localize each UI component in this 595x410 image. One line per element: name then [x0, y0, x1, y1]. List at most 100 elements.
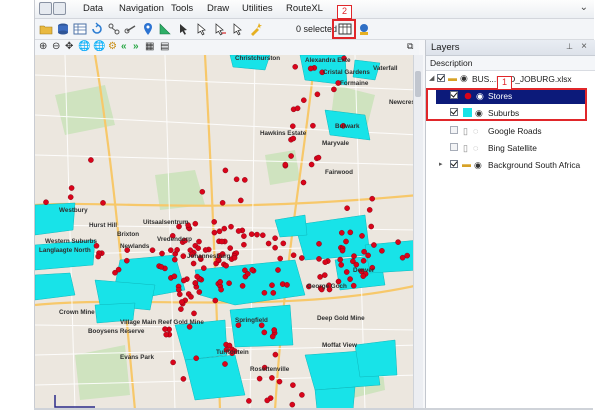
store-marker[interactable]: [359, 233, 365, 239]
store-marker[interactable]: [222, 361, 228, 367]
store-marker[interactable]: [221, 225, 228, 232]
store-marker[interactable]: [256, 375, 263, 382]
store-marker[interactable]: [115, 266, 122, 273]
store-marker[interactable]: [241, 233, 247, 239]
store-marker[interactable]: [176, 291, 183, 298]
store-marker[interactable]: [316, 240, 322, 247]
store-marker[interactable]: [180, 376, 187, 382]
store-marker[interactable]: [217, 279, 223, 285]
store-marker[interactable]: [395, 239, 401, 245]
store-marker[interactable]: [331, 86, 337, 93]
store-marker[interactable]: [347, 229, 354, 236]
store-marker[interactable]: [280, 240, 287, 247]
store-marker[interactable]: [322, 259, 329, 265]
store-marker[interactable]: [284, 282, 290, 288]
store-marker[interactable]: [369, 195, 376, 202]
link-icon[interactable]: [124, 22, 138, 36]
quick-access-dropdown-icon[interactable]: [53, 2, 66, 15]
globe-extent-icon[interactable]: 🌐: [93, 41, 105, 52]
store-marker[interactable]: [290, 252, 297, 258]
store-marker[interactable]: [149, 247, 156, 253]
zoom-in-icon[interactable]: ⊕: [39, 41, 47, 52]
table-icon[interactable]: [73, 22, 87, 36]
store-marker[interactable]: [95, 253, 102, 260]
store-marker[interactable]: [162, 326, 168, 332]
store-marker[interactable]: [371, 242, 377, 248]
back-icon[interactable]: «: [121, 41, 127, 52]
store-marker[interactable]: [275, 267, 281, 273]
store-marker[interactable]: [288, 153, 294, 159]
forward-icon[interactable]: »: [133, 41, 139, 52]
store-marker[interactable]: [193, 355, 199, 362]
store-marker[interactable]: [218, 238, 225, 245]
store-marker[interactable]: [261, 289, 268, 296]
store-marker[interactable]: [269, 333, 276, 340]
store-marker[interactable]: [170, 359, 176, 366]
store-marker[interactable]: [180, 277, 187, 284]
pan-icon[interactable]: ✥: [65, 41, 73, 52]
layer-row-background-south-africa[interactable]: ▸ ▬ ◉ Background South Africa: [426, 157, 595, 173]
store-marker[interactable]: [270, 290, 277, 296]
store-marker[interactable]: [239, 283, 246, 289]
store-marker[interactable]: [226, 342, 233, 349]
store-marker[interactable]: [171, 256, 178, 263]
store-marker[interactable]: [190, 260, 197, 267]
store-marker[interactable]: [218, 286, 224, 293]
loop-icon[interactable]: [90, 22, 104, 36]
store-marker[interactable]: [338, 229, 345, 236]
layers-toggle-icon[interactable]: ▤: [160, 41, 169, 52]
store-marker[interactable]: [343, 269, 350, 275]
store-marker[interactable]: [237, 197, 244, 204]
store-marker[interactable]: [191, 310, 197, 317]
layer-row-bing-satellite[interactable]: ▯ ◌ Bing Satellite: [426, 140, 595, 156]
store-marker[interactable]: [344, 205, 350, 211]
store-marker[interactable]: [350, 282, 357, 289]
store-marker[interactable]: [308, 161, 315, 168]
store-marker[interactable]: [310, 122, 316, 129]
store-marker[interactable]: [219, 199, 226, 206]
store-marker[interactable]: [68, 185, 75, 191]
menu-routexl[interactable]: RouteXL: [286, 3, 323, 14]
store-marker[interactable]: [365, 252, 371, 259]
store-marker[interactable]: [321, 272, 328, 278]
store-marker[interactable]: [289, 123, 296, 129]
measure-icon[interactable]: [158, 22, 172, 36]
bing-satellite-checkbox[interactable]: [450, 143, 458, 151]
store-marker[interactable]: [178, 306, 184, 312]
store-marker[interactable]: [88, 157, 94, 163]
store-marker[interactable]: [195, 245, 201, 251]
store-marker[interactable]: [124, 257, 130, 264]
store-marker[interactable]: [264, 397, 270, 404]
store-marker[interactable]: [43, 199, 49, 205]
collapse-ribbon-icon[interactable]: ⌄: [580, 2, 588, 13]
store-marker[interactable]: [196, 238, 202, 245]
map-canvas[interactable]: Christchurston Alexandra Exte Cristal Ga…: [35, 55, 419, 410]
store-marker[interactable]: [289, 401, 296, 408]
store-marker[interactable]: [254, 231, 260, 238]
store-marker[interactable]: [300, 97, 307, 104]
root-layer-checkbox[interactable]: [437, 74, 445, 82]
store-marker[interactable]: [351, 253, 357, 259]
store-marker[interactable]: [159, 250, 165, 257]
select-add-icon[interactable]: [195, 22, 209, 36]
folder-icon[interactable]: [39, 22, 53, 36]
route-icon[interactable]: [107, 22, 121, 36]
store-marker[interactable]: [314, 91, 321, 98]
menu-data[interactable]: Data: [83, 3, 103, 14]
store-marker[interactable]: [269, 282, 275, 288]
store-marker[interactable]: [361, 248, 367, 255]
store-marker[interactable]: [192, 220, 199, 227]
map-pin-icon[interactable]: [141, 22, 155, 36]
collapse-triangle-icon[interactable]: ◢: [429, 74, 434, 82]
pointer-icon[interactable]: [177, 22, 191, 36]
store-marker[interactable]: [272, 351, 279, 358]
store-marker[interactable]: [194, 273, 200, 280]
store-marker[interactable]: [294, 105, 301, 112]
store-marker[interactable]: [347, 276, 353, 282]
store-marker[interactable]: [180, 253, 187, 259]
close-icon[interactable]: ×: [581, 41, 587, 52]
store-marker[interactable]: [366, 207, 373, 213]
store-marker[interactable]: [228, 223, 234, 230]
store-marker[interactable]: [265, 240, 272, 247]
store-marker[interactable]: [100, 200, 106, 206]
